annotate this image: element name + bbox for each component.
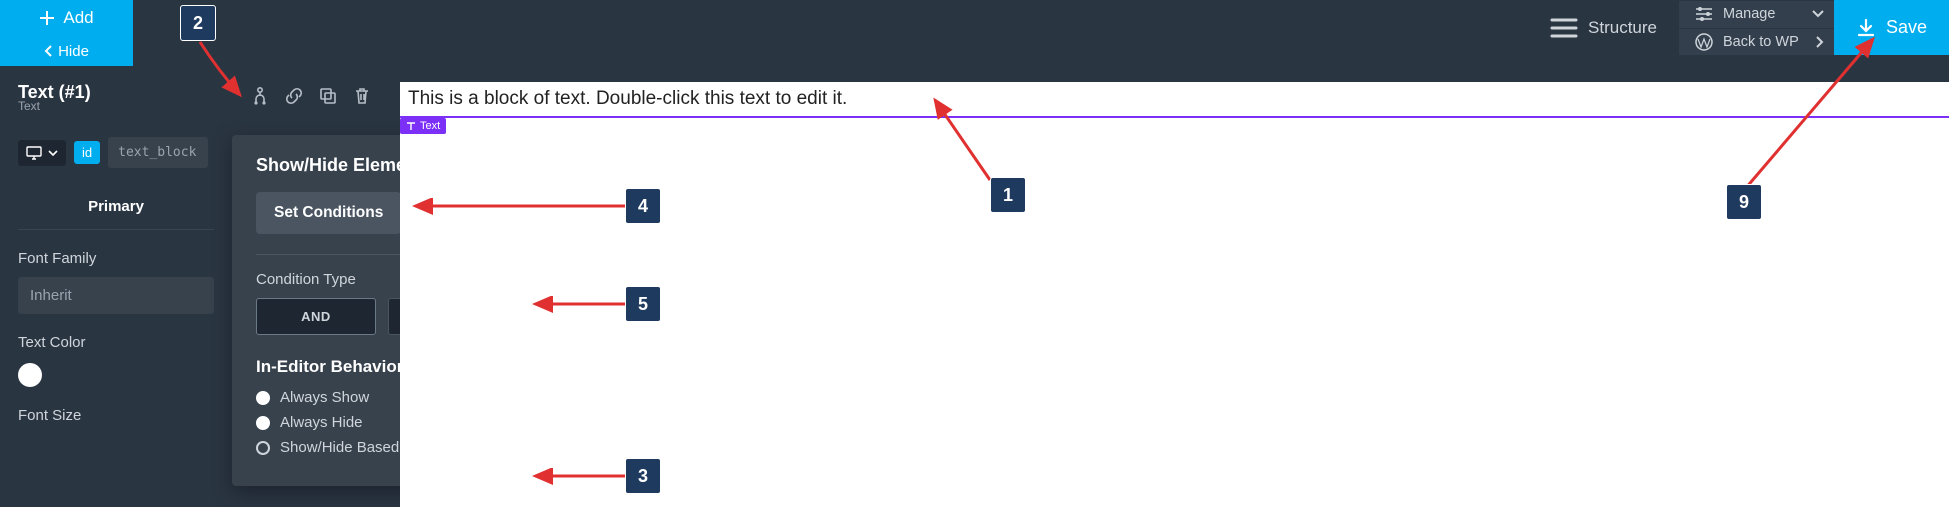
annotation-arrow-5 <box>530 296 630 316</box>
id-input[interactable] <box>108 137 208 168</box>
element-header: Text (#1) Text <box>18 66 214 123</box>
hide-button[interactable]: Hide <box>0 36 133 66</box>
annotation-marker-2: 2 <box>180 5 216 41</box>
duplicate-icon[interactable] <box>318 86 338 106</box>
annotation-marker-1: 1 <box>990 177 1026 213</box>
plus-icon <box>39 10 55 26</box>
conditions-icon[interactable] <box>250 86 270 106</box>
top-header: Add Hide Structure Manage Back to WP <box>0 0 1949 55</box>
element-action-icons <box>232 86 372 106</box>
add-label: Add <box>63 8 93 28</box>
structure-icon <box>1550 16 1578 40</box>
annotation-arrow-3 <box>530 468 630 488</box>
link-icon[interactable] <box>284 86 304 106</box>
device-selector[interactable] <box>18 140 66 166</box>
radio-label: Always Show <box>280 389 369 406</box>
radio-icon <box>256 391 270 405</box>
annotation-marker-5: 5 <box>625 286 661 322</box>
header-left: Add Hide <box>0 0 133 55</box>
annotation-arrow-4 <box>410 198 630 218</box>
annotation-arrow-2 <box>198 40 248 100</box>
id-badge[interactable]: id <box>74 141 100 164</box>
manage-label: Manage <box>1723 6 1775 22</box>
font-family-input[interactable] <box>18 277 214 314</box>
block-tag-label: Text <box>420 120 440 132</box>
header-right: Structure Manage Back to WP Save <box>1528 0 1949 55</box>
add-button[interactable]: Add <box>0 0 133 36</box>
hide-label: Hide <box>58 43 89 60</box>
font-size-label: Font Size <box>18 407 214 424</box>
text-color-swatch[interactable] <box>18 363 42 387</box>
sliders-icon <box>1695 6 1713 22</box>
manage-button[interactable]: Manage <box>1679 1 1834 28</box>
tab-primary[interactable]: Primary <box>18 186 214 229</box>
and-button[interactable]: AND <box>256 298 376 335</box>
desktop-icon <box>26 146 42 160</box>
font-family-label: Font Family <box>18 250 214 267</box>
structure-button[interactable]: Structure <box>1528 0 1679 55</box>
annotation-arrow-1 <box>930 95 1000 185</box>
id-row: id <box>18 137 214 168</box>
text-block[interactable]: This is a block of text. Double-click th… <box>400 82 1949 118</box>
text-icon <box>406 121 416 131</box>
chevron-down-icon <box>48 150 58 156</box>
sidebar-tabs: Primary <box>18 186 214 230</box>
text-color-label: Text Color <box>18 334 214 351</box>
annotation-marker-9: 9 <box>1726 184 1762 220</box>
element-sidebar: Text (#1) Text id Primary Font Family Te… <box>0 66 232 424</box>
chevron-left-icon <box>44 45 54 57</box>
structure-label: Structure <box>1588 18 1657 38</box>
radio-label: Always Hide <box>280 414 363 431</box>
annotation-marker-3: 3 <box>625 458 661 494</box>
block-tag[interactable]: Text <box>400 118 446 134</box>
save-label: Save <box>1886 17 1927 38</box>
wordpress-icon <box>1695 33 1713 51</box>
annotation-arrow-9 <box>1743 34 1883 194</box>
radio-icon <box>256 416 270 430</box>
chevron-down-icon <box>1812 10 1824 18</box>
delete-icon[interactable] <box>352 86 372 106</box>
set-conditions-button[interactable]: Set Conditions <box>256 192 401 234</box>
annotation-marker-4: 4 <box>625 188 661 224</box>
radio-icon-selected <box>256 441 270 455</box>
